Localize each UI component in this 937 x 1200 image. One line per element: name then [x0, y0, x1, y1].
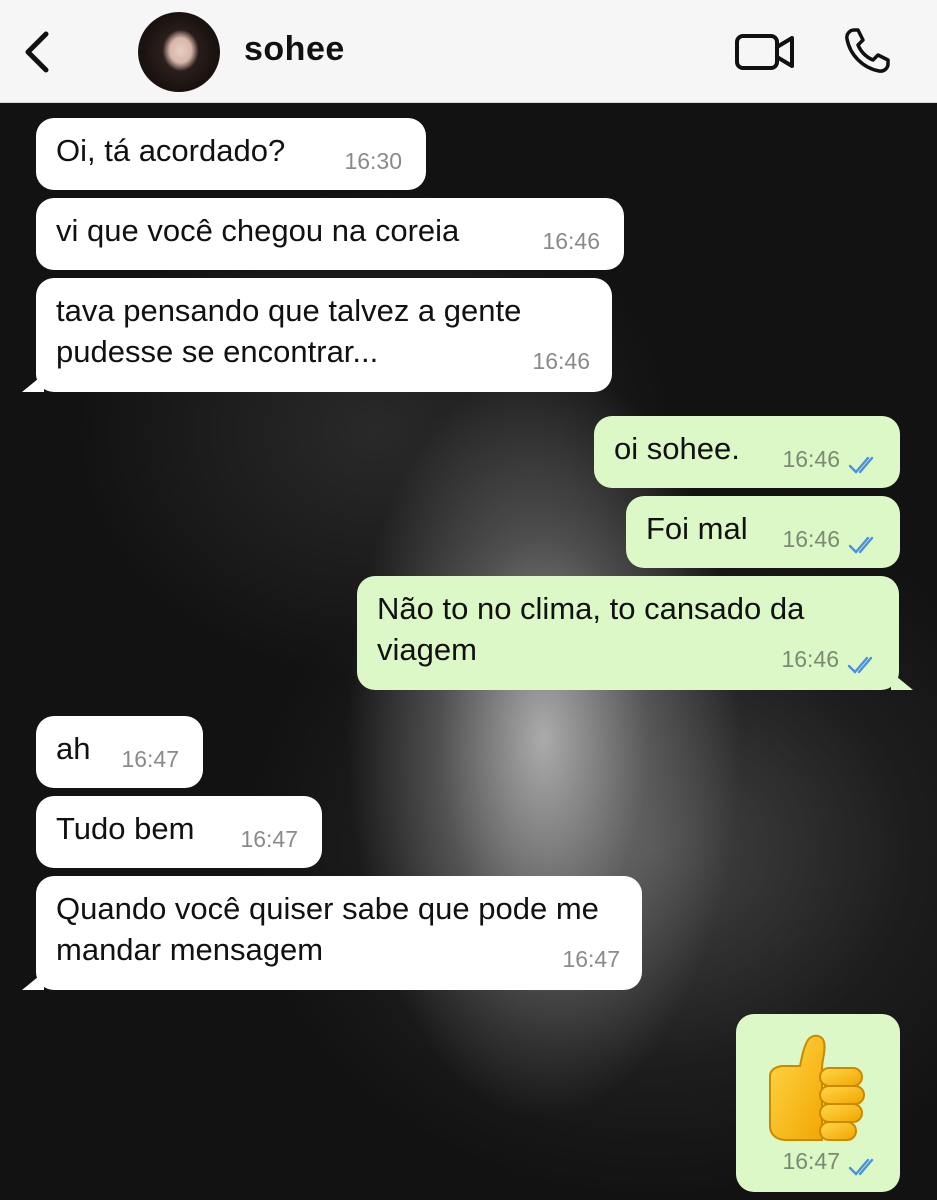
message-text: Não to no clima, to cansado da viagem — [377, 591, 805, 667]
message-text: ah — [56, 731, 91, 766]
message-time: 16:46 — [781, 646, 839, 672]
message-time: 16:30 — [344, 148, 402, 174]
message-time: 16:47 — [121, 746, 179, 772]
message-text: Oi, tá acordado? — [56, 133, 286, 168]
message-bubble-incoming[interactable]: Oi, tá acordado? 16:30 — [36, 118, 426, 190]
message-text: Tudo bem — [56, 811, 195, 846]
message-text: vi que você chegou na coreia — [56, 213, 460, 248]
message-bubble-incoming[interactable]: vi que você chegou na coreia 16:46 — [36, 198, 624, 270]
message-bubble-incoming[interactable]: ah 16:47 — [36, 716, 203, 788]
read-receipt-icon — [848, 536, 874, 554]
read-receipt-icon — [847, 656, 873, 674]
phone-icon[interactable] — [842, 26, 892, 76]
read-receipt-icon — [848, 456, 874, 474]
message-text: tava pensando que talvez a gente pudesse… — [56, 293, 522, 369]
read-receipt-icon — [848, 1158, 874, 1176]
message-time: 16:47 — [562, 946, 620, 972]
message-bubble-outgoing[interactable]: Não to no clima, to cansado da viagem 16… — [357, 576, 913, 690]
chat-area[interactable]: Oi, tá acordado? 16:30 vi que você chego… — [0, 102, 937, 1200]
avatar[interactable] — [138, 12, 220, 92]
thumbs-up-emoji-icon — [769, 1034, 865, 1141]
message-time: 16:46 — [782, 526, 840, 552]
message-text: Foi mal — [646, 511, 748, 546]
message-time: 16:47 — [240, 826, 298, 852]
message-bubble-outgoing[interactable]: oi sohee. 16:46 — [594, 416, 900, 488]
message-text: Quando você quiser sabe que pode me mand… — [56, 891, 599, 967]
chevron-left-icon[interactable] — [18, 28, 58, 76]
contact-name[interactable]: sohee — [244, 30, 345, 69]
message-time: 16:46 — [782, 446, 840, 472]
message-text: oi sohee. — [614, 431, 740, 466]
message-bubble-outgoing[interactable]: Foi mal 16:46 — [626, 496, 900, 568]
video-camera-icon[interactable] — [734, 30, 796, 74]
message-time: 16:46 — [542, 228, 600, 254]
message-time: 16:47 — [782, 1148, 840, 1174]
message-bubble-incoming[interactable]: tava pensando que talvez a gente pudesse… — [22, 278, 612, 392]
message-bubble-outgoing[interactable]: 16:47 — [736, 1014, 900, 1192]
message-time: 16:46 — [532, 348, 590, 374]
message-bubble-incoming[interactable]: Tudo bem 16:47 — [36, 796, 322, 868]
chat-header: sohee — [0, 0, 937, 103]
message-bubble-incoming[interactable]: Quando você quiser sabe que pode me mand… — [22, 876, 642, 990]
